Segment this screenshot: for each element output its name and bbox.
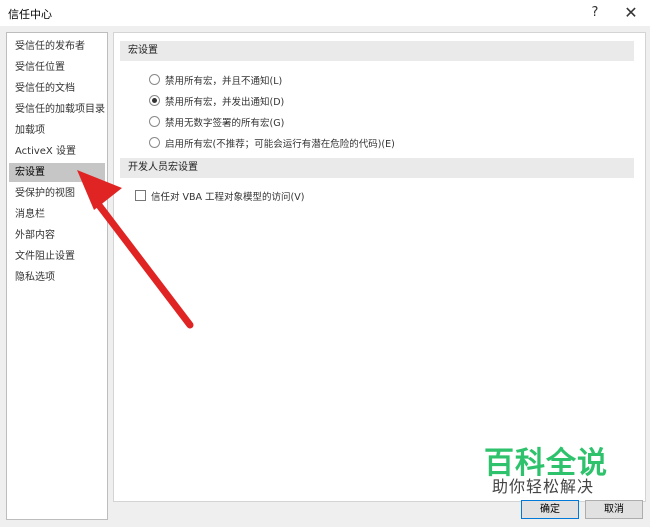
radio-label: 禁用所有宏，并且不通知(L) bbox=[165, 76, 283, 87]
ok-button[interactable]: 确定 bbox=[521, 500, 579, 519]
sidebar-item-trusted-locations[interactable]: 受信任位置 bbox=[9, 58, 105, 77]
sidebar-item-activex-settings[interactable]: ActiveX 设置 bbox=[9, 142, 105, 161]
sidebar-item-macro-settings[interactable]: 宏设置 bbox=[9, 163, 105, 182]
radio-label: 启用所有宏(不推荐；可能会运行有潜在危险的代码)(E) bbox=[165, 139, 395, 150]
sidebar-item-external-content[interactable]: 外部内容 bbox=[9, 226, 105, 245]
sidebar-item-privacy-options[interactable]: 隐私选项 bbox=[9, 268, 105, 287]
developer-macro-settings-header: 开发人员宏设置 bbox=[120, 158, 634, 178]
radio-label: 禁用无数字签署的所有宏(G) bbox=[165, 118, 285, 129]
help-button[interactable]: ? bbox=[580, 0, 610, 26]
radio-button[interactable] bbox=[149, 74, 160, 85]
radio-label: 禁用所有宏，并发出通知(D) bbox=[165, 97, 285, 108]
close-button[interactable]: ✕ bbox=[616, 0, 646, 26]
macro-settings-header: 宏设置 bbox=[120, 41, 634, 61]
sidebar-item-trusted-addin-catalogs[interactable]: 受信任的加载项目录 bbox=[9, 100, 105, 119]
sidebar: 受信任的发布者 受信任位置 受信任的文档 受信任的加载项目录 加载项 Activ… bbox=[6, 32, 108, 520]
sidebar-item-trusted-documents[interactable]: 受信任的文档 bbox=[9, 79, 105, 98]
window-title: 信任中心 bbox=[8, 8, 52, 21]
sidebar-item-file-block-settings[interactable]: 文件阻止设置 bbox=[9, 247, 105, 266]
sidebar-item-protected-view[interactable]: 受保护的视图 bbox=[9, 184, 105, 203]
checkbox-label: 信任对 VBA 工程对象模型的访问(V) bbox=[151, 192, 305, 203]
radio-button[interactable] bbox=[149, 116, 160, 127]
checkbox[interactable] bbox=[135, 190, 146, 201]
radio-button-selected[interactable] bbox=[149, 95, 160, 106]
cancel-button[interactable]: 取消 bbox=[585, 500, 643, 519]
watermark: 百科全说 助你轻松解决 bbox=[462, 430, 626, 500]
watermark-subtitle: 助你轻松解决 bbox=[492, 477, 595, 496]
sidebar-item-message-bar[interactable]: 消息栏 bbox=[9, 205, 105, 224]
sidebar-item-trusted-publishers[interactable]: 受信任的发布者 bbox=[9, 37, 105, 56]
title-bar: 信任中心 ? ✕ bbox=[0, 0, 650, 26]
sidebar-item-addins[interactable]: 加载项 bbox=[9, 121, 105, 140]
radio-button[interactable] bbox=[149, 137, 160, 148]
